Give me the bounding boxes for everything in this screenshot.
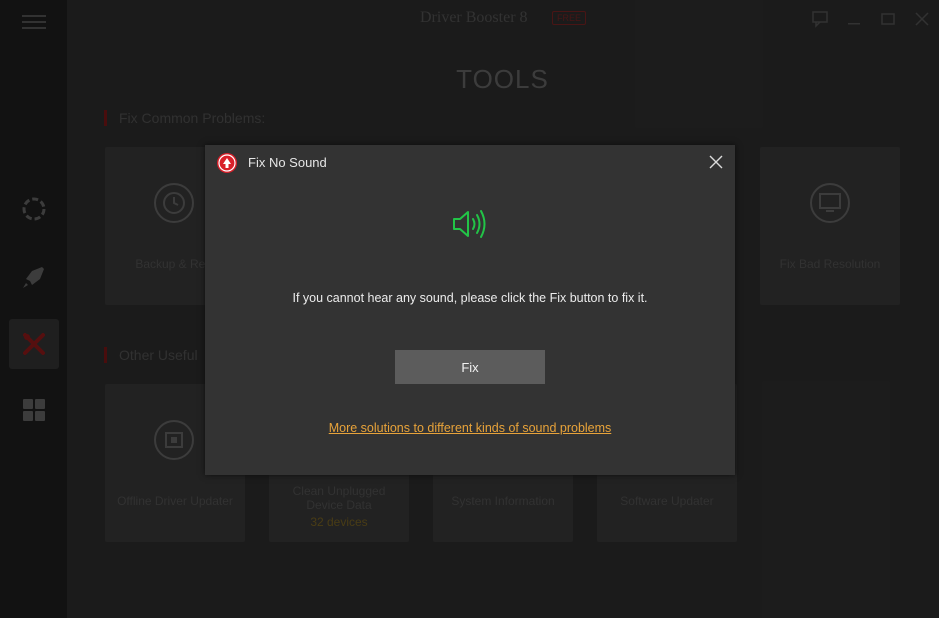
driver-booster-logo-icon bbox=[216, 152, 238, 174]
more-solutions-link[interactable]: More solutions to different kinds of sou… bbox=[205, 421, 735, 435]
fix-no-sound-dialog: Fix No Sound If you cannot hear any soun… bbox=[205, 145, 735, 475]
dialog-close-icon[interactable] bbox=[708, 154, 724, 170]
app-window: Driver Booster 8 FREE TOOLS Fix Common P… bbox=[0, 0, 939, 618]
dialog-message: If you cannot hear any sound, please cli… bbox=[292, 291, 648, 305]
speaker-sound-icon bbox=[451, 208, 491, 240]
dialog-title: Fix No Sound bbox=[248, 155, 327, 170]
fix-button[interactable]: Fix bbox=[395, 350, 545, 384]
